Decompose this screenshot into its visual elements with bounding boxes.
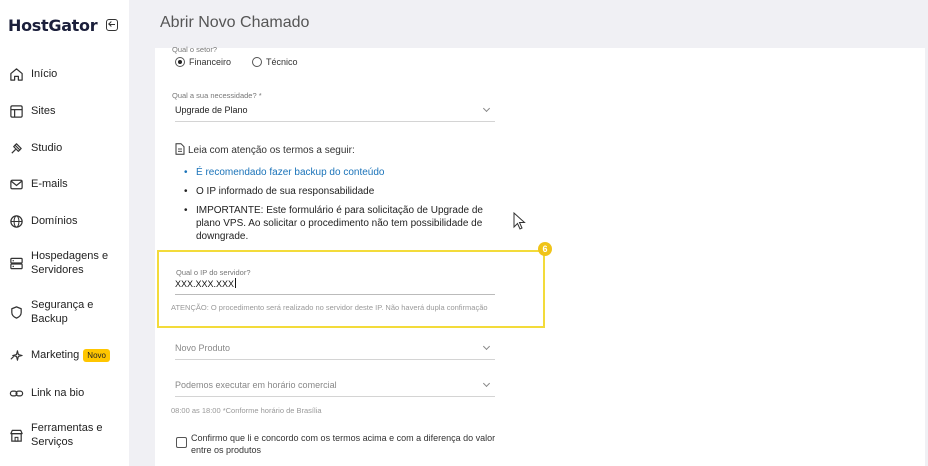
sidebar-item-label: Sites [31, 105, 56, 117]
sector-option-financeiro[interactable]: Financeiro [175, 57, 231, 67]
sidebar-item-studio[interactable]: Studio [8, 140, 62, 156]
sidebar-item-sites[interactable]: Sites [8, 103, 55, 119]
hostgator-logo[interactable]: HostGator [8, 16, 98, 35]
sidebar-item-label: Segurança e Backup [31, 299, 94, 325]
home-icon [8, 66, 24, 82]
browser-window-icon [8, 103, 24, 119]
sector-option-tecnico[interactable]: Técnico [252, 57, 298, 67]
need-select-value: Upgrade de Plano [175, 105, 248, 115]
sidebar-item-emails[interactable]: E-mails [8, 176, 68, 192]
product-select[interactable]: Novo Produto [175, 342, 495, 360]
need-label: Qual a sua necessidade? * [172, 91, 262, 100]
sidebar-item-seguranca[interactable]: Segurança e Backup [8, 298, 111, 326]
need-select[interactable]: Upgrade de Plano [175, 104, 495, 122]
document-icon [175, 143, 185, 158]
sidebar-item-marketing[interactable]: Marketing Novo [8, 347, 110, 363]
globe-icon [8, 213, 24, 229]
server-icon [8, 255, 24, 271]
sidebar-item-dominios[interactable]: Domínios [8, 213, 77, 229]
sidebar-item-label: Hospedagens e Servidores [31, 250, 109, 276]
sidebar-item-ferramentas[interactable]: Ferramentas e Serviços [8, 421, 115, 449]
ip-warning: ATENÇÃO: O procedimento será realizado n… [171, 303, 488, 312]
sidebar-item-label: Link na bio [31, 387, 85, 399]
mouse-pointer-icon [513, 211, 527, 237]
sidebar-item-label: Marketing [31, 349, 80, 361]
sparkle-icon [8, 347, 24, 363]
chevron-down-icon [482, 342, 491, 351]
terms-checkbox-label[interactable]: Confirmo que li e concordo com os termos… [191, 432, 501, 456]
ip-input-value: XXX.XXX.XXX [175, 279, 235, 289]
chevron-down-icon [482, 104, 491, 113]
collapse-sidebar-icon[interactable] [106, 19, 118, 31]
radio-label: Técnico [266, 57, 298, 67]
page-title: Abrir Novo Chamado [160, 14, 310, 31]
hours-note: 08:00 as 18:00 *Conforme horário de Bras… [171, 406, 322, 415]
sidebar-item-inicio[interactable]: Início [8, 66, 57, 82]
header: Abrir Novo Chamado [129, 0, 928, 48]
store-icon [8, 427, 24, 443]
new-badge: Novo [83, 348, 110, 362]
radio-unchecked-icon[interactable] [252, 57, 262, 67]
brush-icon [8, 140, 24, 156]
sidebar-item-label: E-mails [31, 178, 68, 190]
terms-list: É recomendado fazer backup do conteúdo O… [184, 166, 484, 249]
schedule-select-placeholder: Podemos executar em horário comercial [175, 380, 337, 390]
link-icon [8, 385, 24, 401]
text-caret [235, 278, 237, 288]
shield-icon [8, 304, 24, 320]
terms-heading: Leia com atenção os termos a seguir: [175, 143, 355, 158]
sidebar: HostGator Início Sites Studio E-mails Do… [0, 0, 129, 466]
mail-icon [8, 176, 24, 192]
radio-checked-icon[interactable] [175, 57, 185, 67]
sidebar-item-label: Ferramentas e Serviços [31, 422, 103, 448]
radio-label: Financeiro [189, 57, 232, 67]
product-select-placeholder: Novo Produto [175, 343, 231, 353]
sidebar-item-hospedagens[interactable]: Hospedagens e Servidores [8, 249, 121, 277]
sidebar-item-label: Domínios [31, 215, 78, 227]
terms-title: Leia com atenção os termos a seguir: [188, 145, 355, 156]
terms-item-backup-link[interactable]: É recomendado fazer backup do conteúdo [184, 166, 484, 179]
terms-item: IMPORTANTE: Este formulário é para solic… [184, 204, 484, 243]
ip-input[interactable]: XXX.XXX.XXX [175, 276, 495, 295]
terms-checkbox[interactable] [176, 437, 187, 448]
sidebar-item-label: Studio [31, 142, 63, 154]
sidebar-item-link-na-bio[interactable]: Link na bio [8, 385, 84, 401]
step-number-badge: 6 [538, 242, 552, 256]
chevron-down-icon [482, 379, 491, 388]
schedule-select[interactable]: Podemos executar em horário comercial [175, 379, 495, 397]
sidebar-item-label: Início [31, 68, 58, 80]
sector-label: Qual o setor? [172, 45, 218, 54]
terms-item: O IP informado de sua responsabilidade [184, 185, 484, 198]
